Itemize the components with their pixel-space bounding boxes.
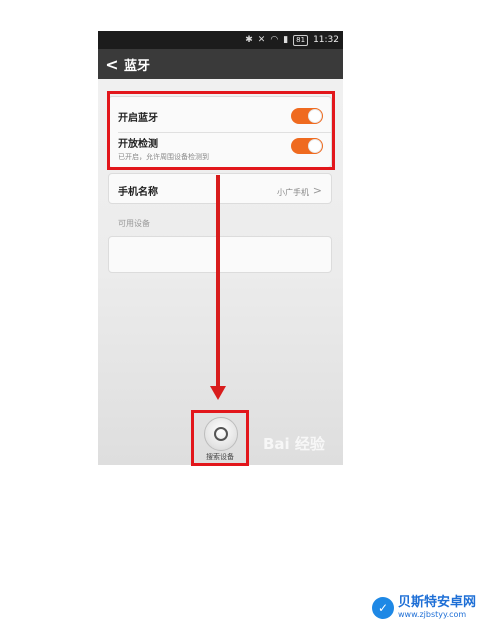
- site-logo: ✓ 贝斯特安卓网 www.zjbstyy.com: [372, 596, 476, 620]
- title-bar: < 蓝牙: [98, 49, 343, 79]
- mute-icon: ✕: [257, 35, 266, 45]
- highlight-box-scan: [191, 410, 249, 466]
- device-name-label: 手机名称: [118, 187, 158, 198]
- annotation-arrow: [216, 175, 220, 388]
- chevron-right-icon: >: [312, 184, 322, 197]
- bluetooth-icon: ✱: [245, 35, 253, 45]
- highlight-box-toggles: [107, 91, 335, 170]
- chevron-left-icon[interactable]: <: [100, 55, 124, 74]
- wifi-icon: ◠: [270, 35, 279, 45]
- logo-icon: ✓: [372, 597, 394, 619]
- page-title: 蓝牙: [124, 58, 151, 74]
- device-name-value: 小广手机: [277, 188, 309, 197]
- watermark: Bai 经验: [263, 435, 325, 453]
- available-devices-list: [108, 236, 332, 273]
- annotation-arrow-head: [210, 386, 226, 400]
- status-bar: ✱ ✕ ◠ ▮ 81 11:32: [98, 31, 343, 49]
- available-devices-label: 可用设备: [118, 219, 150, 228]
- logo-url: www.zjbstyy.com: [398, 610, 467, 619]
- signal-icon: ▮: [283, 35, 289, 45]
- clock: 11:32: [313, 35, 339, 45]
- logo-name: 贝斯特安卓网: [398, 595, 477, 610]
- device-name-card[interactable]: 手机名称 小广手机 >: [108, 173, 332, 204]
- battery-indicator: 81: [293, 34, 309, 46]
